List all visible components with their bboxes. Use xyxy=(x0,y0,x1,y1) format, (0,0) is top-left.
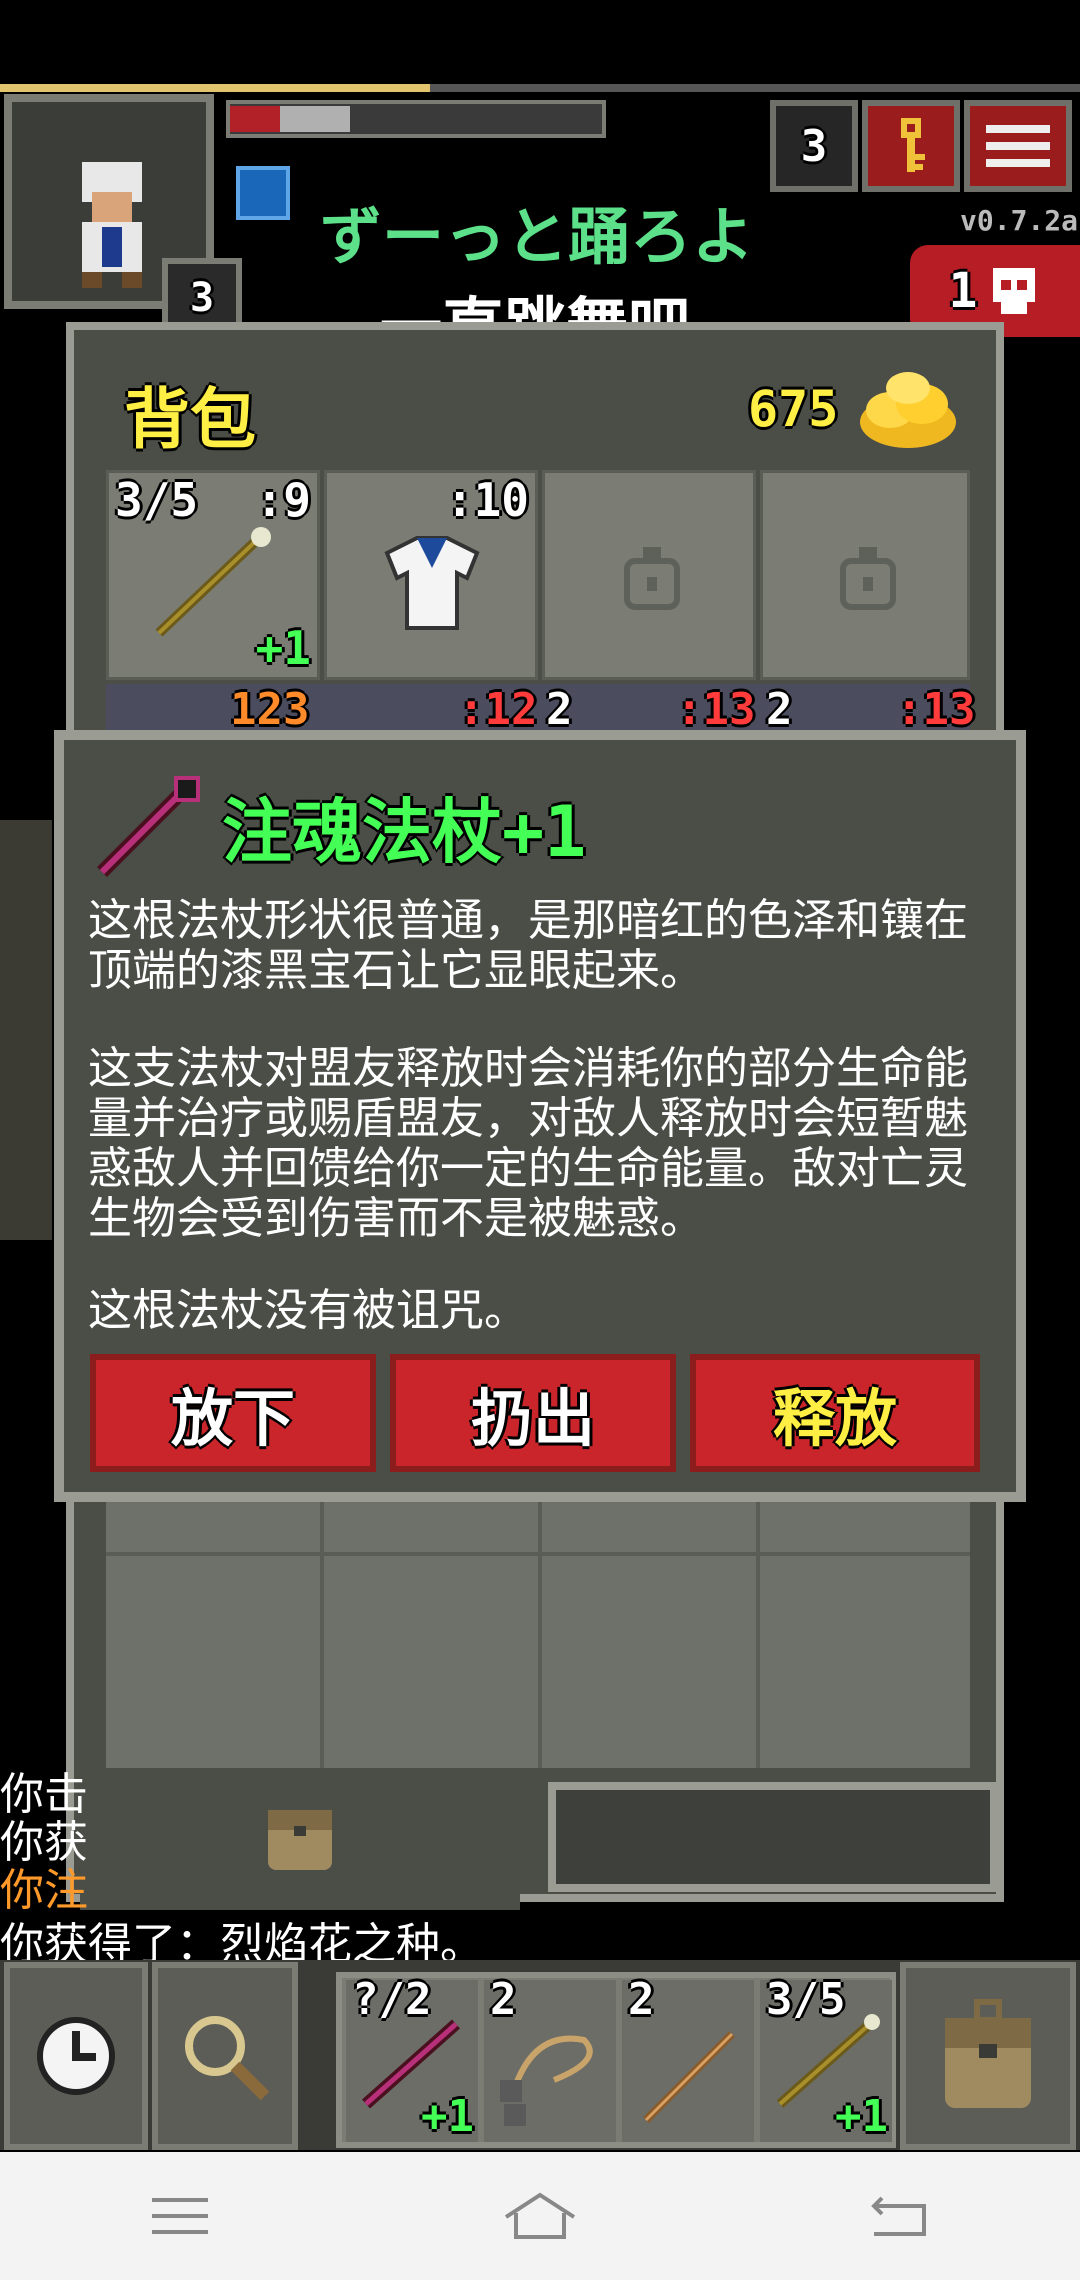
xp-bar xyxy=(0,84,430,92)
soul-staff-icon xyxy=(97,776,200,877)
dart-icon xyxy=(643,2031,735,2123)
slot-label: 2 xyxy=(766,684,793,735)
charges-label: 3/5 xyxy=(115,473,199,527)
menu-icon xyxy=(986,125,1050,167)
system-nav-bar xyxy=(0,2152,1080,2280)
slot-label: 2 xyxy=(546,684,573,735)
backpack-icon xyxy=(945,1999,1031,2108)
version-label: v0.7.2a xyxy=(960,204,1079,237)
backpack-row[interactable]: 123 :12 2 :13 2 :13 xyxy=(106,684,975,735)
bag-tab-secondary[interactable] xyxy=(548,1782,998,1892)
throw-button[interactable]: 扔出 xyxy=(390,1354,676,1472)
quickslot[interactable]: 2 xyxy=(622,1974,754,2142)
slot-label: 123 xyxy=(230,684,310,735)
throw-label: 扔出 xyxy=(470,1382,595,1455)
back-button[interactable] xyxy=(840,2176,960,2256)
quickslot-upgrade: +1 xyxy=(421,2091,474,2142)
home-button[interactable] xyxy=(480,2176,600,2256)
clock-icon xyxy=(37,2017,115,2095)
search-button[interactable] xyxy=(152,1962,298,2150)
strength-label: :9 xyxy=(255,473,311,527)
song-text-jp: ずーっと踊ろよ xyxy=(320,200,755,273)
depth-value: 3 xyxy=(800,120,828,172)
armor-icon xyxy=(384,536,480,630)
drop-label: 放下 xyxy=(170,1382,295,1455)
menu-button[interactable] xyxy=(964,100,1072,192)
empty-slot-icon xyxy=(840,547,896,610)
quickslot[interactable]: 3/5 +1 xyxy=(760,1974,892,2142)
inventory-button[interactable] xyxy=(900,1962,1076,2150)
buff-icon[interactable] xyxy=(236,166,290,220)
backpack-slot[interactable] xyxy=(760,470,970,680)
backpack-slot[interactable]: 3/5 :9 +1 xyxy=(106,470,320,680)
backpack-title: 背包 xyxy=(124,381,256,458)
depth-indicator[interactable]: 3 xyxy=(770,100,858,192)
backpack-icon xyxy=(268,1810,332,1870)
backpack-slot[interactable]: :10 xyxy=(324,470,538,680)
upgrade-label: +1 xyxy=(255,621,311,675)
skull-icon xyxy=(993,268,1036,314)
dungeon-wall xyxy=(0,820,52,1240)
gold-pile-icon xyxy=(860,372,956,448)
zap-button[interactable]: 释放 xyxy=(690,1354,980,1472)
wait-button[interactable] xyxy=(4,1962,148,2150)
bag-tab[interactable] xyxy=(80,1782,520,1910)
quickslot[interactable]: ?/2 +1 xyxy=(346,1974,478,2142)
grid-lines xyxy=(106,1500,970,1768)
danger-count: 1 xyxy=(948,263,978,319)
backpack-slot[interactable] xyxy=(542,470,756,680)
item-description-2: 这支法杖对盟友释放时会消耗你的部分生命能量并治疗或赐盾盟友，对敌人释放时会短暂魅… xyxy=(88,1043,968,1244)
slot-label: :13 xyxy=(676,684,756,735)
item-description-1: 这根法杖形状很普通，是那暗红的色泽和镶在顶端的漆黑宝石让它显眼起来。 xyxy=(88,895,968,996)
quickslot-count: 2 xyxy=(490,1974,517,2025)
quickslot-count: 2 xyxy=(628,1974,655,2025)
recent-apps-button[interactable] xyxy=(120,2176,240,2256)
key-icon xyxy=(901,118,925,172)
item-name: 注魂法杖+1 xyxy=(222,791,587,873)
menu-lines-icon xyxy=(152,2198,208,2234)
quickslot-upgrade: +1 xyxy=(835,2091,888,2142)
quickslot[interactable]: 2 xyxy=(484,1974,616,2142)
zap-label: 释放 xyxy=(772,1382,897,1455)
backpack-empty-grid[interactable] xyxy=(106,1500,970,1768)
home-icon xyxy=(504,2192,576,2239)
journal-button[interactable] xyxy=(862,100,960,192)
bolas-icon xyxy=(500,2035,593,2126)
drop-button[interactable]: 放下 xyxy=(90,1354,376,1472)
magnifier-icon xyxy=(185,2016,270,2101)
slot-label: :12 xyxy=(458,684,538,735)
slot-label: :13 xyxy=(896,684,976,735)
strength-label: :10 xyxy=(445,473,529,527)
item-curse-status: 这根法杖没有被诅咒。 xyxy=(88,1285,528,1336)
health-bar-damage xyxy=(230,106,280,132)
gold-amount: 675 xyxy=(748,380,839,438)
back-icon xyxy=(871,2196,926,2236)
empty-slot-icon xyxy=(624,547,680,610)
